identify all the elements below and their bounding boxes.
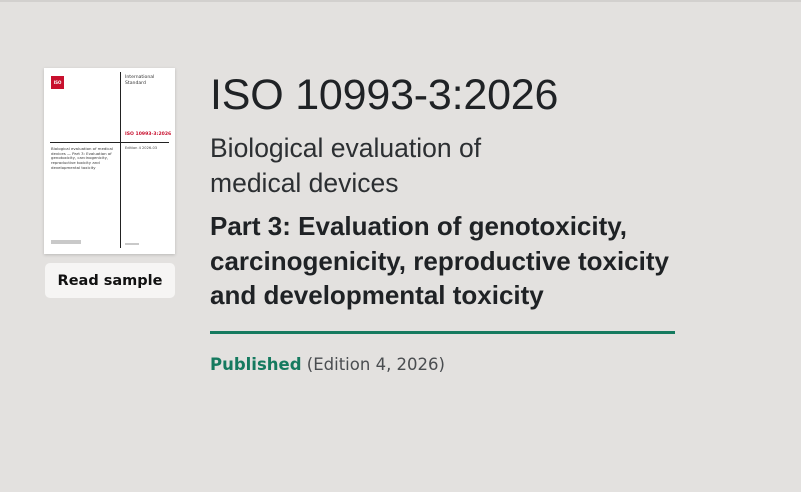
standard-title: Biological evaluation of medical devices <box>210 131 610 201</box>
publication-status: Published (Edition 4, 2026) <box>210 353 445 377</box>
cover-footer-mark <box>51 240 81 244</box>
part-title-line-1: Part 3: Evaluation of genotoxicity, <box>210 211 628 241</box>
accent-divider <box>210 331 675 334</box>
standard-part-title: Part 3: Evaluation of genotoxicity, carc… <box>210 209 690 313</box>
standard-reference: ISO 10993-3:2026 <box>210 71 559 119</box>
read-sample-button[interactable]: Read sample <box>45 263 175 298</box>
status-badge: Published <box>210 355 302 374</box>
standard-title-line-2: medical devices <box>210 168 399 198</box>
cover-footer-mark-right <box>125 243 139 245</box>
top-border <box>0 0 801 2</box>
iso-logo: ISO <box>51 76 64 89</box>
cover-horizontal-rule <box>50 142 169 143</box>
cover-doc-type: International Standard <box>125 75 155 86</box>
cover-reference: ISO 10993-3:2026 <box>125 132 172 137</box>
part-title-line-2: carcinogenicity, reproductive toxicity <box>210 245 669 276</box>
cover-vertical-rule <box>120 72 121 248</box>
cover-title: Biological evaluation of medical devices… <box>51 146 114 170</box>
cover-edition: Edition 4 2026-03 <box>125 146 158 150</box>
part-title-line-3: and developmental toxicity <box>210 280 544 310</box>
edition-info: (Edition 4, 2026) <box>306 355 445 374</box>
document-cover-thumbnail[interactable]: ISO International Standard ISO 10993-3:2… <box>44 68 175 254</box>
standard-title-line-1: Biological evaluation of <box>210 133 482 163</box>
